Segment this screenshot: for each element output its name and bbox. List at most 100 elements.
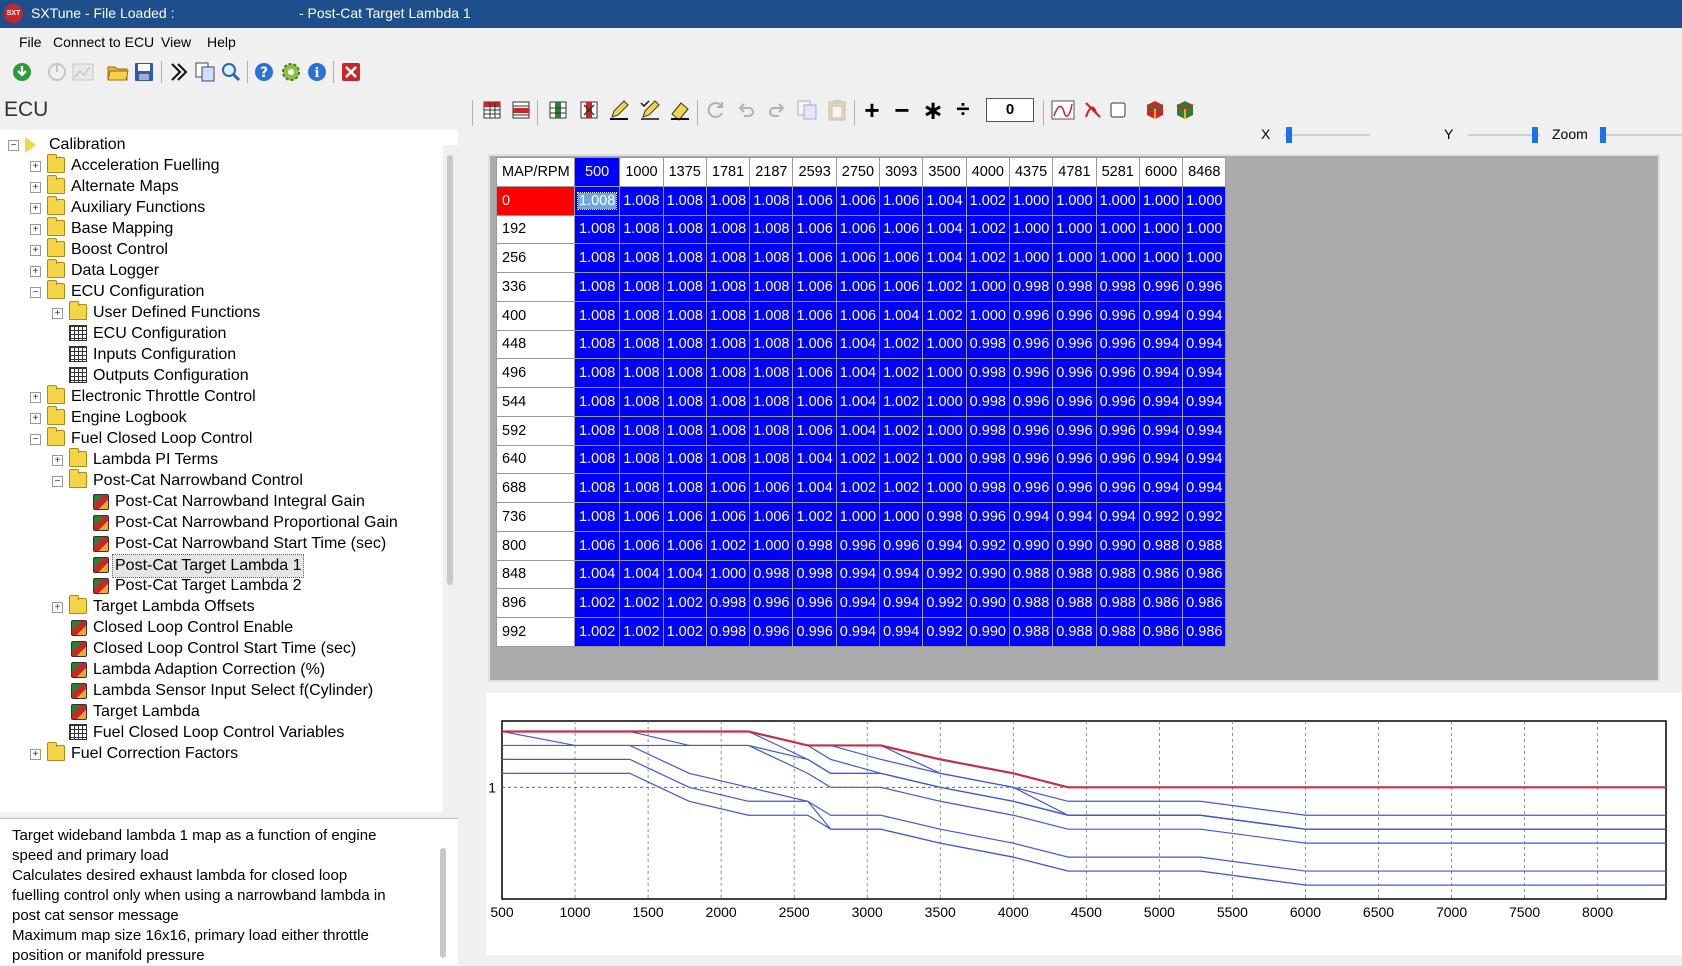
map-cell[interactable]: 0.990 [1008, 530, 1054, 561]
map-cell[interactable]: 0.992 [1182, 502, 1227, 532]
close-icon[interactable] [339, 60, 363, 84]
map-cell[interactable]: 0.988 [1008, 559, 1054, 590]
map-cell[interactable]: 1.008 [573, 185, 621, 216]
multiply-button[interactable]: ∗ [921, 95, 945, 125]
map-cell[interactable]: 1.008 [662, 214, 707, 245]
map-cell[interactable]: 1.008 [573, 300, 621, 331]
3d-view-icon[interactable] [1143, 98, 1167, 122]
edit-pen-icon[interactable] [607, 98, 631, 122]
map-cell[interactable]: 1.006 [792, 415, 837, 446]
map-cell[interactable]: 1.008 [573, 444, 621, 475]
map-cell[interactable]: 1.002 [619, 588, 664, 618]
map-cell[interactable]: 1.008 [705, 329, 751, 360]
redo-icon[interactable] [765, 98, 789, 122]
map-cell[interactable]: 1.008 [705, 300, 751, 331]
map-cell[interactable]: 1.008 [619, 473, 664, 503]
map-cell[interactable]: 1.006 [792, 214, 837, 245]
x-slider-thumb[interactable] [1286, 127, 1293, 143]
map-cell[interactable]: 0.996 [1052, 387, 1097, 417]
map-cell[interactable]: 1.008 [749, 387, 794, 417]
map-cell[interactable]: 0.988 [1095, 617, 1140, 647]
map-cell[interactable]: 1.000 [922, 387, 967, 417]
map-cell[interactable]: 0.994 [879, 588, 924, 618]
map-cell[interactable]: 1.000 [1008, 243, 1054, 273]
map-cell[interactable]: 0.996 [1008, 444, 1054, 475]
map-cell[interactable]: 0.986 [1182, 617, 1227, 647]
map-cell[interactable]: 1.000 [1095, 214, 1140, 245]
map-cell[interactable]: 0.986 [1138, 559, 1184, 590]
tree-item[interactable]: Post-Cat Narrowband Integral Gain [0, 491, 440, 513]
toggle-checkbox[interactable] [1106, 98, 1130, 122]
map-cell[interactable]: 1.008 [705, 358, 751, 388]
map-cell[interactable]: 0.996 [1095, 444, 1140, 475]
graph-off-icon[interactable] [1081, 98, 1105, 122]
map-cell[interactable]: 1.000 [965, 272, 1010, 302]
map-cell[interactable]: 0.990 [965, 588, 1010, 618]
expand-icon[interactable]: + [30, 245, 41, 256]
collapse-icon[interactable]: − [8, 140, 19, 151]
menu-help[interactable]: Help [207, 34, 236, 50]
map-axis-cell[interactable]: 688 [496, 473, 575, 503]
tree-item[interactable]: Post-Cat Narrowband Start Time (sec) [0, 533, 440, 555]
zoom-slider-track[interactable] [1600, 134, 1682, 136]
map-cell[interactable]: 0.988 [1052, 559, 1097, 590]
rpm-axis-cell[interactable]: 4000 [965, 157, 1010, 187]
map-cell[interactable]: 0.996 [1095, 358, 1140, 388]
rpm-axis-cell[interactable]: 3093 [879, 157, 924, 187]
map-cell[interactable]: 0.996 [749, 617, 794, 647]
map-cell[interactable]: 1.004 [792, 473, 837, 503]
disconnect-icon[interactable] [45, 60, 69, 84]
map-cell[interactable]: 0.996 [1052, 444, 1097, 475]
map-cell[interactable]: 1.008 [662, 272, 707, 302]
map-cell[interactable]: 0.998 [1052, 272, 1097, 302]
menu-file[interactable]: File [19, 34, 42, 50]
map-cell[interactable]: 1.006 [835, 272, 881, 302]
paste-icon[interactable] [825, 98, 849, 122]
tree-item[interactable]: Inputs Configuration [0, 344, 440, 366]
graph-view-icon[interactable] [1051, 98, 1075, 122]
map-axis-cell[interactable]: 544 [496, 387, 575, 417]
map-cell[interactable]: 1.000 [749, 530, 794, 561]
tree-scrollbar-thumb[interactable] [447, 155, 453, 585]
map-cell[interactable]: 1.002 [705, 530, 751, 561]
map-cell[interactable]: 1.006 [619, 530, 664, 561]
delete-column-icon[interactable] [577, 98, 601, 122]
rpm-axis-cell[interactable]: 2593 [792, 157, 837, 187]
map-cell[interactable]: 1.000 [1182, 185, 1227, 216]
map-cell[interactable]: 1.008 [662, 444, 707, 475]
map-axis-cell[interactable]: 592 [496, 415, 575, 446]
map-cell[interactable]: 0.996 [792, 588, 837, 618]
map-cell[interactable]: 0.996 [1095, 473, 1140, 503]
map-cell[interactable]: 0.992 [922, 559, 967, 590]
tree-item[interactable]: − Calibration [0, 134, 440, 156]
map-graph[interactable]: 500 1000 1500 2000 2500 3000 3500 4000 4500 5000 5… [486, 693, 1682, 965]
map-cell[interactable]: 1.008 [573, 387, 621, 417]
expand-icon[interactable]: + [30, 224, 41, 235]
map-cell[interactable]: 1.002 [879, 415, 924, 446]
rpm-axis-cell[interactable]: 8468 [1182, 157, 1227, 187]
map-cell[interactable]: 1.000 [1052, 243, 1097, 273]
tree-item[interactable]: Target Lambda [0, 701, 440, 723]
map-cell[interactable]: 0.988 [1052, 617, 1097, 647]
map-cell[interactable]: 1.008 [573, 214, 621, 245]
map-axis-cell[interactable]: 992 [496, 617, 575, 647]
map-axis-cell[interactable]: 848 [496, 559, 575, 590]
map-cell[interactable]: 0.996 [1095, 415, 1140, 446]
map-cell[interactable]: 1.008 [573, 473, 621, 503]
map-cell[interactable]: 0.992 [922, 617, 967, 647]
map-cell[interactable]: 1.004 [573, 559, 621, 590]
map-axis-cell[interactable]: 336 [496, 272, 575, 302]
map-cell[interactable]: 1.006 [835, 185, 881, 216]
insert-row-icon[interactable] [480, 98, 504, 122]
map-cell[interactable]: 1.008 [662, 243, 707, 273]
map-cell[interactable]: 1.008 [705, 243, 751, 273]
map-cell[interactable]: 0.994 [835, 559, 881, 590]
tree-item[interactable]: Lambda Sensor Input Select f(Cylinder) [0, 680, 440, 702]
map-cell[interactable]: 0.994 [835, 588, 881, 618]
map-cell[interactable]: 0.996 [1008, 300, 1054, 331]
map-cell[interactable]: 0.996 [1138, 272, 1184, 302]
tree-item[interactable]: − ECU Configuration [0, 280, 440, 303]
map-cell[interactable]: 1.008 [749, 300, 794, 331]
chart-icon[interactable] [71, 60, 95, 84]
map-cell[interactable]: 0.996 [1008, 358, 1054, 388]
